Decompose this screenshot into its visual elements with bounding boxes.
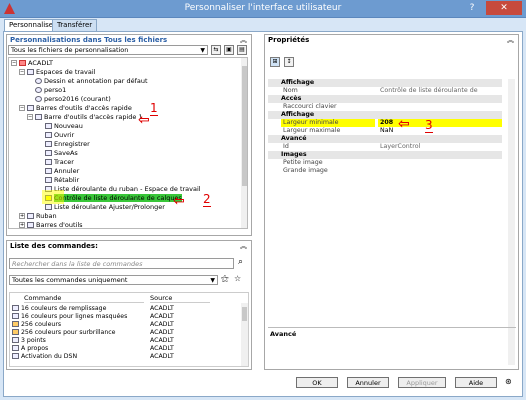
column-command[interactable]: Commande <box>24 294 144 303</box>
description-title: Avancé <box>270 330 297 338</box>
description-area: Avancé <box>268 327 516 367</box>
property-category[interactable]: Affichage <box>268 111 502 119</box>
red-arrow-icon: ⇦ <box>173 193 185 209</box>
new-command-icon[interactable]: ⚝ <box>221 274 229 284</box>
save-icon[interactable]: ▣ <box>224 45 234 55</box>
tree-item[interactable]: − ACADLT <box>11 59 53 67</box>
collapse-icon[interactable]: ︽ <box>507 35 514 45</box>
list-item[interactable]: 16 couleurs pour lignes masquées ACADLT <box>10 313 174 321</box>
search-icon[interactable]: ⌕ <box>238 257 243 267</box>
list-item[interactable]: 256 couleurs ACADLT <box>10 321 174 329</box>
open-file-icon[interactable]: ⇆ <box>211 45 221 55</box>
tree-item[interactable]: Dessin et annotation par défaut <box>35 77 148 85</box>
command-list-scrollbar[interactable] <box>241 303 248 366</box>
property-grid[interactable]: Affichage Nom Contrôle de liste déroulant… <box>268 79 518 365</box>
categorized-icon[interactable]: ⊞ <box>270 57 280 67</box>
help-button[interactable]: Aide <box>455 377 497 388</box>
tab-transferer[interactable]: Transférer <box>52 19 98 31</box>
column-source[interactable]: Source <box>150 294 210 303</box>
command-filter-dropdown[interactable]: Toutes les commandes uniquement ▼ <box>9 275 218 285</box>
title-bar: Personnaliser l'interface utilisateur ? … <box>0 0 526 18</box>
help-window-button[interactable]: ? <box>463 1 481 15</box>
chevron-down-icon: ▼ <box>200 47 205 54</box>
tree-item[interactable]: Tracer <box>45 158 74 166</box>
property-row[interactable]: NomContrôle de liste déroulante de calqu… <box>268 87 502 102</box>
property-category[interactable]: Images <box>268 151 502 159</box>
close-window-button[interactable]: ✕ <box>486 1 522 15</box>
tree-item[interactable]: Annuler <box>45 167 79 175</box>
cancel-button[interactable]: Annuler <box>347 377 389 388</box>
tree-item[interactable]: Liste déroulante du ruban - Espace de tr… <box>45 185 201 193</box>
apply-button[interactable]: Appliquer <box>398 377 446 388</box>
annotation-3: 3 <box>425 118 433 133</box>
tree-item-selected[interactable]: Contrôle de liste déroulante de calques <box>45 194 182 202</box>
tree-item[interactable]: Nouveau <box>45 122 83 130</box>
tree-item[interactable]: Liste déroulante Ajuster/Prolonger <box>45 203 165 211</box>
tree-item[interactable]: − Barres d'outils d'accès rapide <box>19 104 132 112</box>
red-arrow-icon: ⇦ <box>138 112 150 128</box>
property-scrollbar[interactable] <box>508 79 515 365</box>
tree-item[interactable]: SaveAs <box>45 149 78 157</box>
property-row[interactable]: Grande image <box>268 167 502 175</box>
chevron-down-icon: ▼ <box>210 277 215 284</box>
tree-item[interactable]: + Barres d'outils <box>19 221 83 228</box>
file-filter-value: Tous les fichiers de personnalisation <box>11 46 129 54</box>
property-row[interactable]: Id LayerControl <box>268 143 502 151</box>
ok-button[interactable]: OK <box>296 377 338 388</box>
command-scroll-thumb[interactable] <box>242 307 247 321</box>
list-item[interactable]: 3 points ACADLT <box>10 337 174 345</box>
property-row[interactable]: Largeur maximale NaN <box>268 127 502 135</box>
tree-item[interactable]: − Barre d'outils d'accès rapide 1 <box>27 113 143 121</box>
annotation-1: 1 <box>150 101 158 116</box>
list-item[interactable]: 256 couleurs pour surbrillance ACADLT <box>10 329 174 337</box>
collapse-icon[interactable]: ︽ <box>240 241 247 251</box>
tree-item[interactable]: Ouvrir <box>45 131 74 139</box>
commands-title: Liste des commandes: <box>10 242 98 250</box>
tree-item[interactable]: + Ruban <box>19 212 57 220</box>
tree-item[interactable]: − Espaces de travail <box>19 68 95 76</box>
property-row[interactable]: Petite image <box>268 159 502 167</box>
tree-item[interactable]: perso1 <box>35 86 66 94</box>
tree-scrollbar[interactable] <box>241 58 247 228</box>
tree-item[interactable]: Enregistrer <box>45 140 90 148</box>
window-title: Personnaliser l'interface utilisateur <box>184 3 342 13</box>
red-arrow-icon: ⇦ <box>398 116 410 132</box>
file-filter-dropdown[interactable]: Tous les fichiers de personnalisation ▼ <box>8 45 208 55</box>
save-all-icon[interactable]: ▤ <box>237 45 247 55</box>
command-search-input[interactable]: Rechercher dans la liste de commandes <box>9 258 234 269</box>
annotation-highlight <box>42 190 64 204</box>
list-item[interactable]: 16 couleurs de remplissage ACADLT <box>10 305 174 313</box>
annotation-2: 2 <box>203 192 211 207</box>
command-filter-value: Toutes les commandes uniquement <box>12 276 128 284</box>
expand-icon[interactable]: ⊛ <box>505 377 512 386</box>
star-icon[interactable]: ☆ <box>234 274 241 283</box>
property-category[interactable]: Accès <box>268 95 502 103</box>
properties-title: Propriétés <box>268 36 310 44</box>
tree-item[interactable]: perso2016 (courant) <box>35 95 111 103</box>
property-row[interactable]: Raccourci clavier <box>268 103 502 111</box>
list-item[interactable]: Activation du DSN ACADLT <box>10 353 174 361</box>
collapse-icon[interactable]: ︽ <box>240 35 247 45</box>
list-item[interactable]: A propos ACADLT <box>10 345 174 353</box>
property-category[interactable]: Affichage <box>268 79 502 87</box>
property-row-highlighted[interactable]: Largeur minimale 208 <box>268 119 502 127</box>
sort-az-icon[interactable]: ↕ <box>284 57 294 67</box>
property-category[interactable]: Avancé <box>268 135 502 143</box>
command-list[interactable]: Commande Source 16 couleurs de remplissa… <box>9 292 249 367</box>
tree-item[interactable]: Rétablir <box>45 176 79 184</box>
tree-scroll-thumb[interactable] <box>242 66 247 186</box>
